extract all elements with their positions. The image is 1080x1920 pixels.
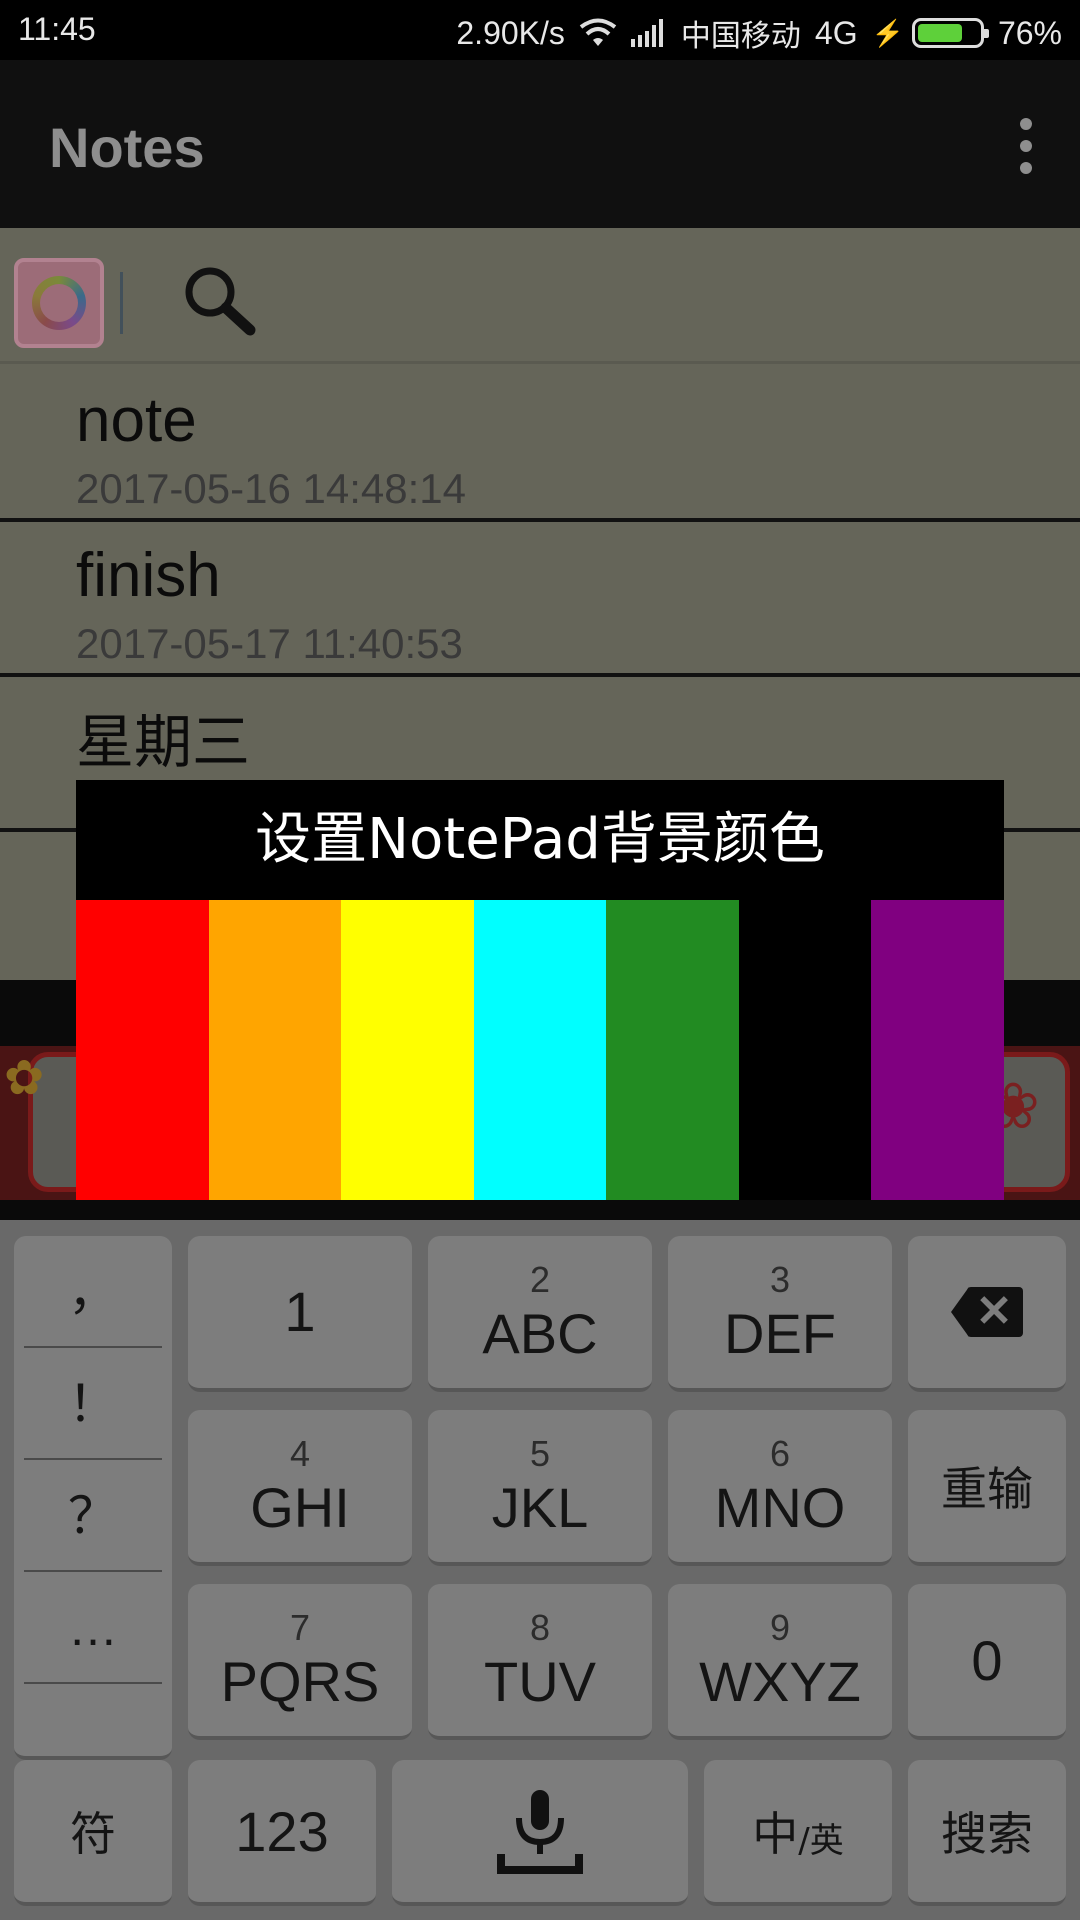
note-title: 星期三 [76, 708, 251, 776]
voice-input-button[interactable] [392, 1760, 688, 1906]
charging-icon: ⚡ [871, 17, 904, 48]
key-4[interactable]: 4 GHI [188, 1410, 412, 1566]
battery-level [917, 24, 963, 42]
battery-icon [911, 18, 989, 48]
network-type: 4G [814, 14, 858, 51]
key-label: PQRS [220, 1650, 380, 1713]
ime-keyboard: ， ！ ？ … 1 2 ABC 3 DEF ✕ 4 GHI 5 JKL 6 MN… [0, 1220, 1080, 1920]
flower-decoration-icon: ✿ [4, 1050, 45, 1106]
key-0[interactable]: 0 [908, 1584, 1066, 1740]
note-date: 2017-05-16 14:48:14 [76, 465, 466, 512]
note-list-item[interactable]: note 2017-05-16 14:48:14 [0, 367, 1080, 522]
backspace-button[interactable]: ✕ [908, 1236, 1066, 1392]
color-swatch-row [76, 900, 1005, 1200]
language-toggle-button[interactable]: 中 /英 [704, 1760, 892, 1906]
search-input[interactable] [280, 268, 1040, 338]
signal-icon [630, 19, 667, 47]
key-label: GHI [250, 1476, 350, 1539]
divider [120, 272, 123, 334]
note-list-item[interactable]: finish 2017-05-17 11:40:53 [0, 522, 1080, 677]
key-label: 123 [235, 1799, 329, 1863]
key-6[interactable]: 6 MNO [668, 1410, 892, 1566]
key-label-alt: /英 [798, 1820, 844, 1861]
key-label: 1 [284, 1280, 316, 1343]
punct-key[interactable]: ！ [24, 1348, 162, 1460]
color-swatch-purple[interactable] [871, 900, 1005, 1200]
search-key-button[interactable]: 搜索 [908, 1760, 1066, 1906]
note-title: finish [76, 541, 221, 610]
color-swatch-yellow[interactable] [341, 900, 474, 1200]
key-9[interactable]: 9 WXYZ [668, 1584, 892, 1740]
net-speed: 2.90K/s [456, 14, 565, 51]
retype-button[interactable]: 重输 [908, 1410, 1066, 1566]
key-1[interactable]: 1 [188, 1236, 412, 1392]
key-label: MNO [714, 1476, 846, 1539]
key-3[interactable]: 3 DEF [668, 1236, 892, 1392]
key-8[interactable]: 8 TUV [428, 1584, 652, 1740]
symbols-button[interactable]: 符 [14, 1760, 172, 1906]
punct-key[interactable]: ？ [24, 1460, 162, 1572]
backspace-icon: ✕ [951, 1287, 1023, 1337]
punctuation-column: ， ！ ？ … [14, 1236, 172, 1760]
search-icon[interactable] [182, 264, 256, 342]
overflow-menu-icon[interactable] [1002, 118, 1050, 174]
key-number: 7 [289, 1607, 311, 1648]
color-ring-icon[interactable] [14, 258, 104, 348]
action-bar: Notes [0, 60, 1080, 228]
punct-key[interactable]: ， [24, 1236, 162, 1348]
search-row [0, 228, 1080, 364]
battery-indicator: ⚡ [871, 17, 989, 49]
microphone-icon [497, 1790, 583, 1874]
color-swatch-cyan[interactable] [473, 900, 607, 1200]
key-number: 5 [529, 1433, 551, 1474]
key-2[interactable]: 2 ABC [428, 1236, 652, 1392]
key-number: 6 [769, 1433, 791, 1474]
color-swatch-black[interactable] [738, 900, 872, 1200]
key-label: DEF [724, 1302, 836, 1365]
color-swatch-orange[interactable] [208, 900, 342, 1200]
status-bar: 11:45 2.90K/s 中国移动 4G ⚡ 76% [0, 0, 1080, 60]
carrier: 中国移动 [680, 19, 801, 54]
key-label: ABC [482, 1302, 598, 1365]
note-title: note [76, 386, 197, 455]
key-number: 4 [289, 1433, 311, 1474]
note-date: 2017-05-17 11:40:53 [76, 620, 463, 667]
key-5[interactable]: 5 JKL [428, 1410, 652, 1566]
key-label: 重输 [941, 1462, 1033, 1516]
key-number: 8 [529, 1607, 551, 1648]
key-label: 0 [971, 1628, 1003, 1692]
key-7[interactable]: 7 PQRS [188, 1584, 412, 1740]
key-label: JKL [491, 1476, 589, 1539]
key-label: TUV [484, 1650, 596, 1713]
punct-key[interactable]: … [24, 1572, 162, 1684]
numbers-button[interactable]: 123 [188, 1760, 376, 1906]
dialog-title: 设置NotePad背景颜色 [255, 807, 825, 872]
key-label: WXYZ [699, 1650, 861, 1713]
app-title: Notes [49, 116, 205, 179]
background-color-dialog: 设置NotePad背景颜色 [76, 780, 1005, 1200]
key-label: 搜索 [941, 1807, 1033, 1861]
status-time: 11:45 [18, 11, 96, 47]
key-number: 3 [769, 1259, 791, 1300]
wifi-icon [579, 18, 617, 48]
color-swatch-red[interactable] [76, 900, 209, 1200]
status-right: 2.90K/s 中国移动 4G ⚡ 76% [456, 11, 1062, 55]
key-label-main: 中 [752, 1807, 799, 1861]
key-number: 2 [529, 1259, 551, 1300]
battery-percent: 76% [997, 14, 1062, 51]
key-number: 9 [769, 1607, 791, 1648]
color-swatch-green[interactable] [606, 900, 739, 1200]
key-label: 符 [70, 1807, 116, 1861]
